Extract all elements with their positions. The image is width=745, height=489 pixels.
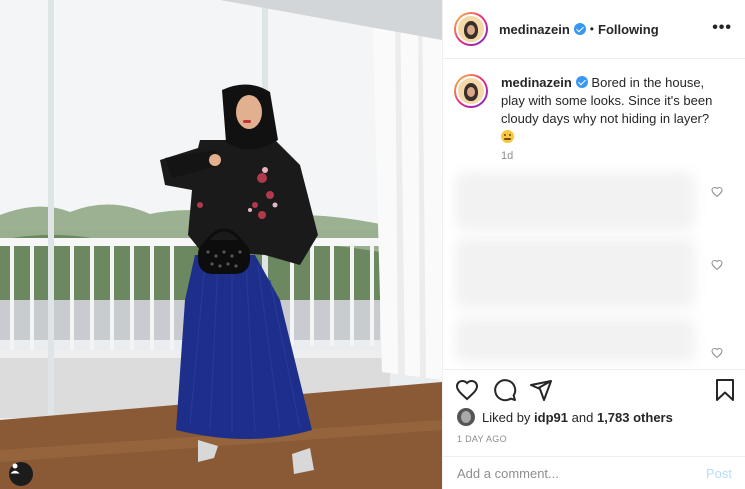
caption-time: 1d bbox=[501, 150, 514, 162]
post-photo[interactable] bbox=[0, 0, 442, 489]
likes-joiner: and bbox=[571, 409, 594, 425]
bookmark-icon[interactable] bbox=[713, 378, 737, 402]
avatar[interactable] bbox=[454, 12, 488, 46]
post-actions: Liked by idp91 and 1,783 others 1 DAY AG… bbox=[443, 369, 745, 489]
likes-count[interactable]: 1,783 others bbox=[597, 410, 673, 425]
blurred-comment bbox=[455, 318, 695, 362]
photo-illustration bbox=[0, 0, 442, 489]
header-username[interactable]: medinazein bbox=[499, 22, 570, 37]
liker-username[interactable]: idp91 bbox=[534, 410, 568, 425]
liker-avatar[interactable] bbox=[457, 408, 475, 426]
likes-prefix: Liked by bbox=[482, 409, 531, 425]
likes-summary: Liked by idp91 and 1,783 others bbox=[457, 408, 673, 426]
blurred-comment bbox=[455, 172, 695, 230]
smile-emoji-icon bbox=[501, 130, 514, 143]
post-panel: medinazein • Following ••• medinazein Bo… bbox=[442, 0, 745, 489]
share-icon[interactable] bbox=[529, 378, 553, 402]
following-button[interactable]: Following bbox=[598, 22, 659, 37]
comment-input[interactable] bbox=[457, 466, 706, 481]
post-timestamp[interactable]: 1 DAY AGO bbox=[457, 434, 507, 444]
caption-text: medinazein Bored in the house, play with… bbox=[501, 74, 729, 146]
blurred-comment bbox=[455, 238, 695, 308]
comment-like-heart-icon[interactable] bbox=[711, 259, 723, 271]
header-separator: • bbox=[589, 22, 594, 36]
comment-box: Post bbox=[443, 456, 745, 489]
caption: medinazein Bored in the house, play with… bbox=[454, 74, 739, 146]
comment-like-heart-icon[interactable] bbox=[711, 347, 723, 359]
caption-avatar[interactable] bbox=[454, 74, 488, 108]
post-header: medinazein • Following ••• bbox=[443, 0, 745, 59]
comment-like-heart-icon[interactable] bbox=[711, 186, 723, 198]
comment-icon[interactable] bbox=[493, 378, 517, 402]
post-comment-button[interactable]: Post bbox=[706, 466, 732, 481]
heart-icon[interactable] bbox=[455, 378, 479, 402]
user-tag-icon[interactable] bbox=[9, 462, 33, 486]
verified-badge-icon bbox=[573, 23, 586, 35]
more-options-icon[interactable]: ••• bbox=[712, 19, 732, 37]
caption-username[interactable]: medinazein bbox=[501, 75, 572, 90]
caption-verified-badge-icon bbox=[575, 76, 588, 88]
